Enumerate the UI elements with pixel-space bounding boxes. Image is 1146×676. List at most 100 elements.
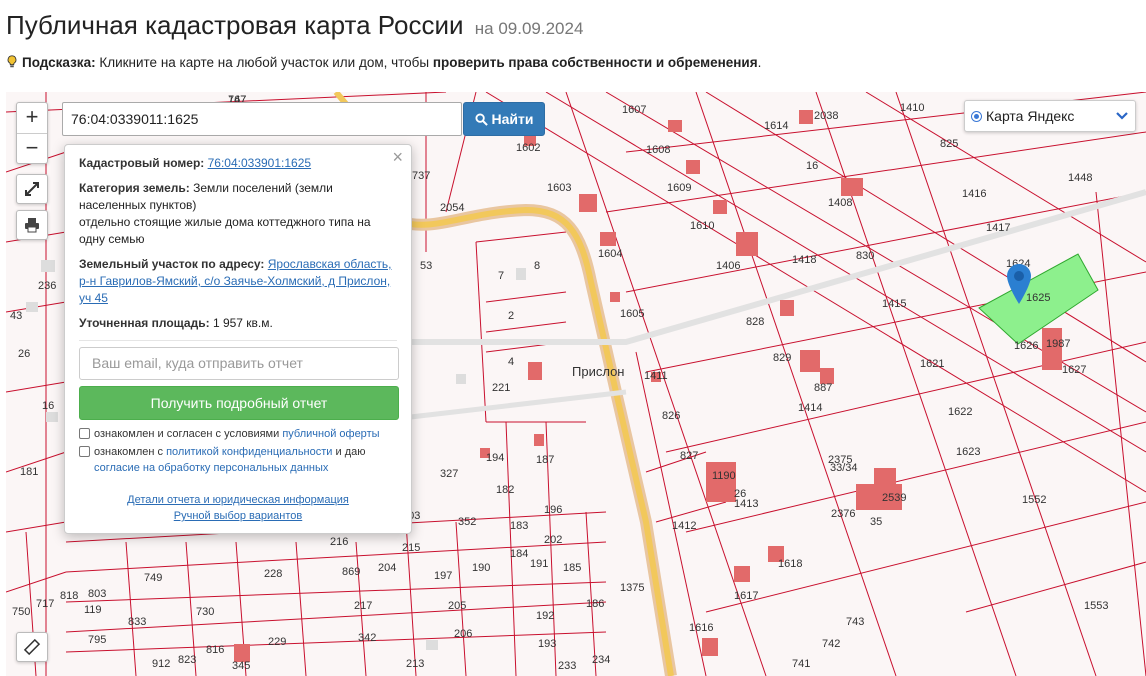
parcel-number-label: 1609 — [667, 182, 692, 194]
parcel-number-label: 16 — [806, 160, 819, 172]
parcel-number-label: 743 — [846, 616, 865, 628]
parcel-number-label: 193 — [538, 638, 557, 650]
parcel-number-label: 1627 — [1062, 364, 1087, 376]
parcel-number-label: 1605 — [620, 308, 645, 320]
parcel-number-label: 202 — [544, 534, 563, 546]
parcel-number-label: 2539 — [882, 492, 907, 504]
land-category-row: Категория земель: Земли поселений (земли… — [79, 180, 397, 248]
parcel-number-label: 26 — [18, 348, 31, 360]
parcel-number-label: 730 — [196, 606, 215, 618]
parcel-info-popup: × Кадастровый номер: 76:04:033901:1625 К… — [64, 144, 412, 534]
parcel-number-label: 1417 — [986, 222, 1011, 234]
parcel-number-label: 229 — [268, 636, 287, 648]
divider — [79, 340, 397, 341]
parcel-number-label: 742 — [822, 638, 841, 650]
parcel-number-label: 816 — [206, 644, 225, 656]
parcel-number-label: 829 — [773, 352, 792, 364]
zoom-control: + − — [16, 102, 48, 164]
parcel-number-label: 228 — [264, 568, 283, 580]
cadastral-number-link[interactable]: 76:04:033901:1625 — [208, 156, 311, 170]
email-field[interactable]: Ваш email, куда отправить отчет — [79, 347, 399, 380]
parcel-number-label: 217 — [354, 600, 373, 612]
parcel-number-label: 1448 — [1068, 172, 1093, 184]
page-title: Публичная кадастровая карта России на 09… — [6, 10, 1140, 41]
parcel-number-label: 184 — [510, 548, 529, 560]
parcel-number-label: 182 — [496, 484, 515, 496]
parcel-number-label: 869 — [342, 566, 361, 578]
parcel-number-label: 1416 — [962, 188, 987, 200]
manual-selection-link[interactable]: Ручной выбор вариантов — [79, 508, 397, 524]
parcel-number-label: 1617 — [734, 590, 759, 602]
map-layer-select[interactable]: Карта Яндекс — [964, 100, 1136, 132]
parcel-number-label: 53 — [420, 260, 433, 272]
parcel-number-label: 192 — [536, 610, 555, 622]
parcel-number-label: 185 — [563, 562, 582, 574]
page-header: Публичная кадастровая карта России на 09… — [0, 0, 1146, 92]
parcel-number-label: 119 — [84, 604, 102, 616]
zoom-out-button[interactable]: − — [17, 133, 47, 163]
parcel-number-label: 1608 — [646, 144, 671, 156]
privacy-policy-link[interactable]: политикой конфиденциальности — [166, 446, 332, 458]
parcel-number-label: 1610 — [690, 220, 715, 232]
offer-checkbox[interactable] — [79, 428, 90, 439]
find-button-label: Найти — [491, 111, 534, 127]
popup-footer-links: Детали отчета и юридическая информация Р… — [79, 492, 397, 524]
parcel-number-label: 187 — [536, 454, 555, 466]
page-title-text: Публичная кадастровая карта России — [6, 10, 464, 40]
parcel-number-label: 749 — [144, 572, 163, 584]
parcel-number-label: 1408 — [828, 197, 853, 209]
parcel-number-label: 352 — [458, 516, 477, 528]
parcel-number-label: 1603 — [547, 182, 572, 194]
parcel-number-label: 2054 — [440, 202, 465, 214]
ruler-button[interactable] — [16, 632, 48, 662]
privacy-agreement-text: ознакомлен с политикой конфиденциальност… — [94, 444, 397, 476]
parcel-number-label: 1411 — [644, 370, 668, 382]
parcel-number-label: 345 — [232, 660, 251, 672]
parcel-number-label: 7 — [498, 270, 505, 282]
personal-data-consent-link[interactable]: согласие на обработку персональных данны… — [94, 462, 328, 474]
agree2-mid: и даю — [335, 446, 366, 458]
parcel-number-label: 750 — [12, 606, 31, 618]
parcel-number-label: 1626 — [1014, 340, 1039, 352]
parcel-number-label: 194 — [486, 452, 505, 464]
close-popup-button[interactable]: × — [392, 148, 403, 166]
parcel-number-label: 183 — [510, 520, 529, 532]
parcel-number-label: 35 — [870, 516, 883, 528]
privacy-checkbox[interactable] — [79, 446, 90, 457]
fullscreen-button[interactable] — [16, 174, 48, 204]
hint-text: Кликните на карте на любой участок или д… — [99, 55, 430, 70]
parcel-number-label: 803 — [88, 588, 107, 600]
zoom-in-button[interactable]: + — [17, 103, 47, 133]
public-offer-link[interactable]: публичной оферты — [282, 428, 379, 440]
parcel-number-label: 912 — [152, 658, 171, 670]
parcel-number-label: 1623 — [956, 446, 981, 458]
search-icon — [474, 112, 488, 126]
cad-label: Кадастровый номер: — [79, 156, 205, 170]
parcel-number-label: 1622 — [948, 406, 973, 418]
parcel-number-label: 825 — [940, 138, 959, 150]
parcel-number-label: 1616 — [689, 622, 714, 634]
parcel-number-label: 205 — [448, 600, 467, 612]
page-date: на 09.09.2024 — [474, 19, 584, 38]
expand-icon — [25, 182, 39, 196]
find-button[interactable]: Найти — [463, 102, 545, 136]
privacy-agreement: ознакомлен с политикой конфиденциальност… — [79, 444, 397, 476]
cadastral-map[interactable]: 16 7 1607 1410 825 1602 1614 2038 1608 16 1416 1448… — [6, 92, 1146, 676]
parcel-number-label: 8 — [534, 260, 541, 272]
search-input[interactable]: 76:04:0339011:1625 — [62, 102, 462, 136]
parcel-number-label: 1190 — [712, 470, 736, 482]
parcel-number-label: 795 — [88, 634, 107, 646]
parcel-number-label: 342 — [358, 632, 377, 644]
report-details-link[interactable]: Детали отчета и юридическая информация — [79, 492, 397, 508]
get-report-button[interactable]: Получить подробный отчет — [79, 386, 399, 420]
parcel-number-label: 887 — [814, 382, 833, 394]
parcel-number-label: 204 — [378, 562, 397, 574]
print-button[interactable] — [16, 210, 48, 240]
parcel-number-label: 1418 — [792, 254, 817, 266]
parcel-number-label: 2376 — [831, 508, 856, 520]
ruler-icon — [23, 638, 41, 656]
parcel-number-label: 1552 — [1022, 494, 1047, 506]
hint-end: . — [757, 55, 762, 70]
parcel-number-label: 826 — [662, 410, 681, 422]
location-pin-icon[interactable] — [1007, 264, 1031, 304]
